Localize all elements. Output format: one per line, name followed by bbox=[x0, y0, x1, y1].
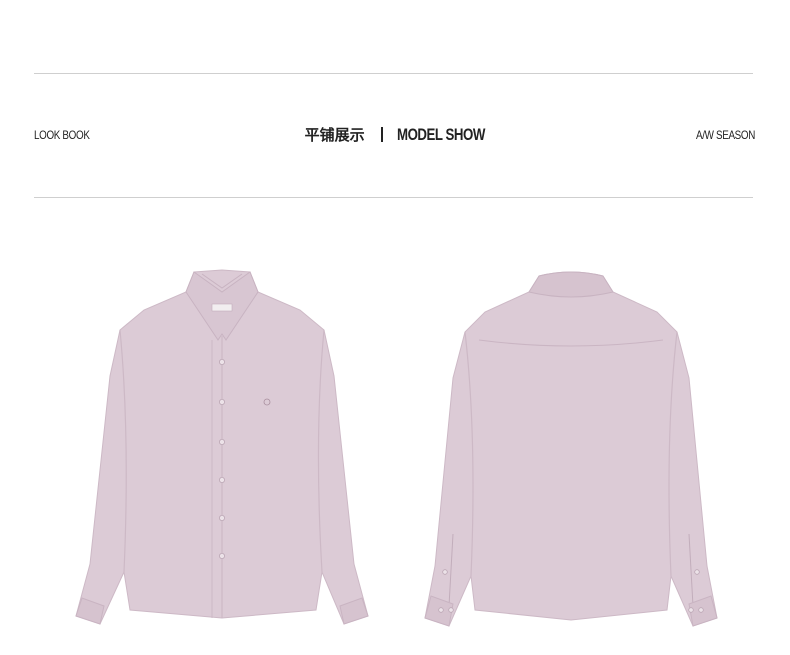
shirt-front-image[interactable] bbox=[72, 266, 372, 634]
title-chinese: 平铺展示 bbox=[304, 126, 365, 144]
section-title: 平铺展示 MODEL SHOW bbox=[34, 124, 755, 145]
bottom-divider bbox=[34, 197, 753, 198]
section-header: LOOK BOOK 平铺展示 MODEL SHOW A/W SEASON bbox=[34, 124, 755, 150]
title-separator bbox=[380, 127, 383, 142]
title-english: MODEL SHOW bbox=[396, 124, 485, 144]
top-divider bbox=[34, 73, 753, 74]
shirt-back-image[interactable] bbox=[421, 266, 721, 634]
season-label: A/W SEASON bbox=[695, 128, 755, 142]
